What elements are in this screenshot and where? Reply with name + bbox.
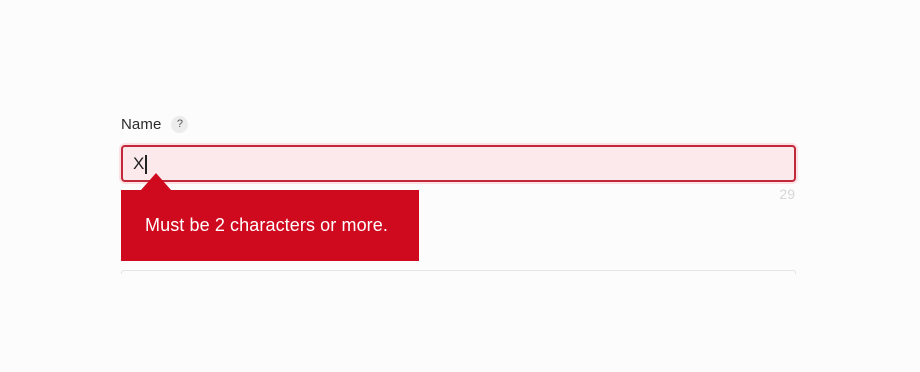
error-message: Must be 2 characters or more. [145,215,388,235]
name-field-label: Name [121,116,162,133]
error-tooltip: Must be 2 characters or more. [121,190,419,261]
question-mark-icon[interactable]: ? [171,116,189,133]
name-field-label-row: Name ? [121,116,189,133]
error-tooltip-arrow [141,173,171,190]
text-caret [145,155,147,174]
name-input-wrapper [121,145,796,182]
next-field-outline [121,270,796,274]
character-counter: 29 [779,186,795,202]
name-input[interactable] [123,147,794,180]
form-page: Name ? 29 Must be 2 characters or more. [0,0,920,372]
